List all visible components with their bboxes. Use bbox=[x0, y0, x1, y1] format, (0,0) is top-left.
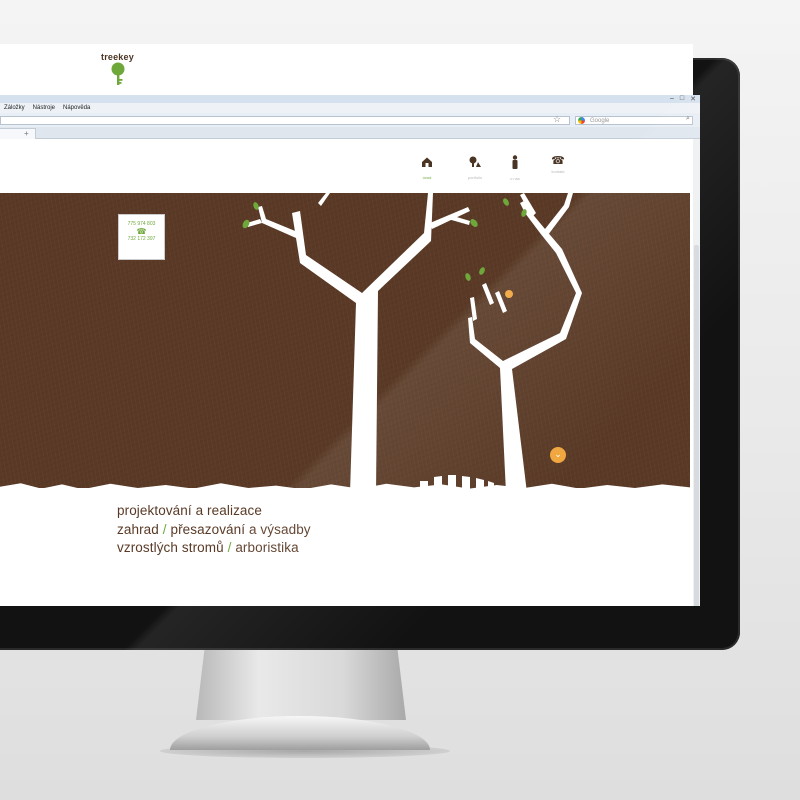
browser-menubar: Záložky Nástroje Nápověda bbox=[0, 103, 700, 113]
new-tab-button[interactable]: + bbox=[24, 129, 29, 138]
google-icon[interactable] bbox=[578, 117, 585, 124]
chevron-down-icon: ⌄ bbox=[554, 449, 562, 459]
menu-tools[interactable]: Nástroje bbox=[33, 105, 55, 111]
tagline-arboristics: arboristika bbox=[235, 540, 299, 555]
bookmark-star-icon[interactable]: ☆ bbox=[553, 114, 561, 125]
nav-about[interactable]: o nás bbox=[500, 155, 530, 181]
tagline-mature-trees: vzrostlých stromů bbox=[117, 540, 224, 555]
nav-label: o nás bbox=[510, 176, 520, 181]
apple-icon bbox=[505, 290, 513, 298]
tagline: projektování a realizace zahrad / přesaz… bbox=[117, 502, 311, 558]
tagline-transplanting: přesazování a výsadby bbox=[170, 521, 311, 537]
tagline-line-1: projektování a realizace bbox=[117, 503, 262, 518]
tagline-separator: / bbox=[227, 540, 232, 555]
close-button[interactable]: ✕ bbox=[690, 95, 696, 103]
monitor-stand bbox=[196, 650, 406, 720]
house-icon bbox=[422, 157, 432, 167]
person-icon bbox=[512, 155, 518, 169]
nav-home[interactable]: úvod bbox=[412, 155, 442, 180]
minimize-button[interactable]: – bbox=[670, 95, 674, 103]
phone-card: 775 974 803 ☎ 732 172 397 bbox=[118, 214, 165, 260]
leaves bbox=[242, 198, 527, 281]
nav-label: portfolio bbox=[467, 175, 483, 180]
nav-portfolio[interactable]: portfolio bbox=[460, 155, 490, 180]
window-controls: – □ ✕ bbox=[670, 95, 696, 103]
tree-icon bbox=[469, 156, 481, 167]
hero-trees-illustration bbox=[242, 193, 582, 493]
logo-tree-key-icon[interactable] bbox=[109, 62, 127, 86]
search-input[interactable]: Google bbox=[575, 116, 693, 125]
search-icon[interactable]: ⌕ bbox=[686, 115, 690, 123]
menu-bookmarks[interactable]: Záložky bbox=[4, 105, 25, 111]
phone-icon: ☎ bbox=[551, 155, 565, 167]
nav-label: kontakt bbox=[551, 169, 565, 174]
monitor-stand-base bbox=[170, 716, 430, 750]
scroll-down-button[interactable]: ⌄ bbox=[550, 447, 566, 463]
nav-label: úvod bbox=[422, 175, 432, 180]
menu-help[interactable]: Nápověda bbox=[63, 105, 90, 111]
tagline-separator: / bbox=[162, 521, 167, 537]
scrollbar-thumb[interactable] bbox=[694, 245, 699, 606]
browser-tabbar bbox=[0, 127, 700, 139]
phone-number-2[interactable]: 732 172 397 bbox=[119, 236, 164, 242]
nav-contact[interactable]: ☎ kontakt bbox=[543, 155, 573, 174]
browser-titlebar bbox=[0, 95, 700, 103]
phone-icon: ☎ bbox=[136, 227, 147, 236]
maximize-button[interactable]: □ bbox=[680, 95, 684, 103]
site-logo[interactable]: treekey bbox=[101, 52, 134, 62]
address-bar[interactable] bbox=[0, 116, 570, 125]
browser-tab[interactable] bbox=[0, 128, 36, 139]
tagline-gardens: zahrad bbox=[117, 521, 159, 537]
